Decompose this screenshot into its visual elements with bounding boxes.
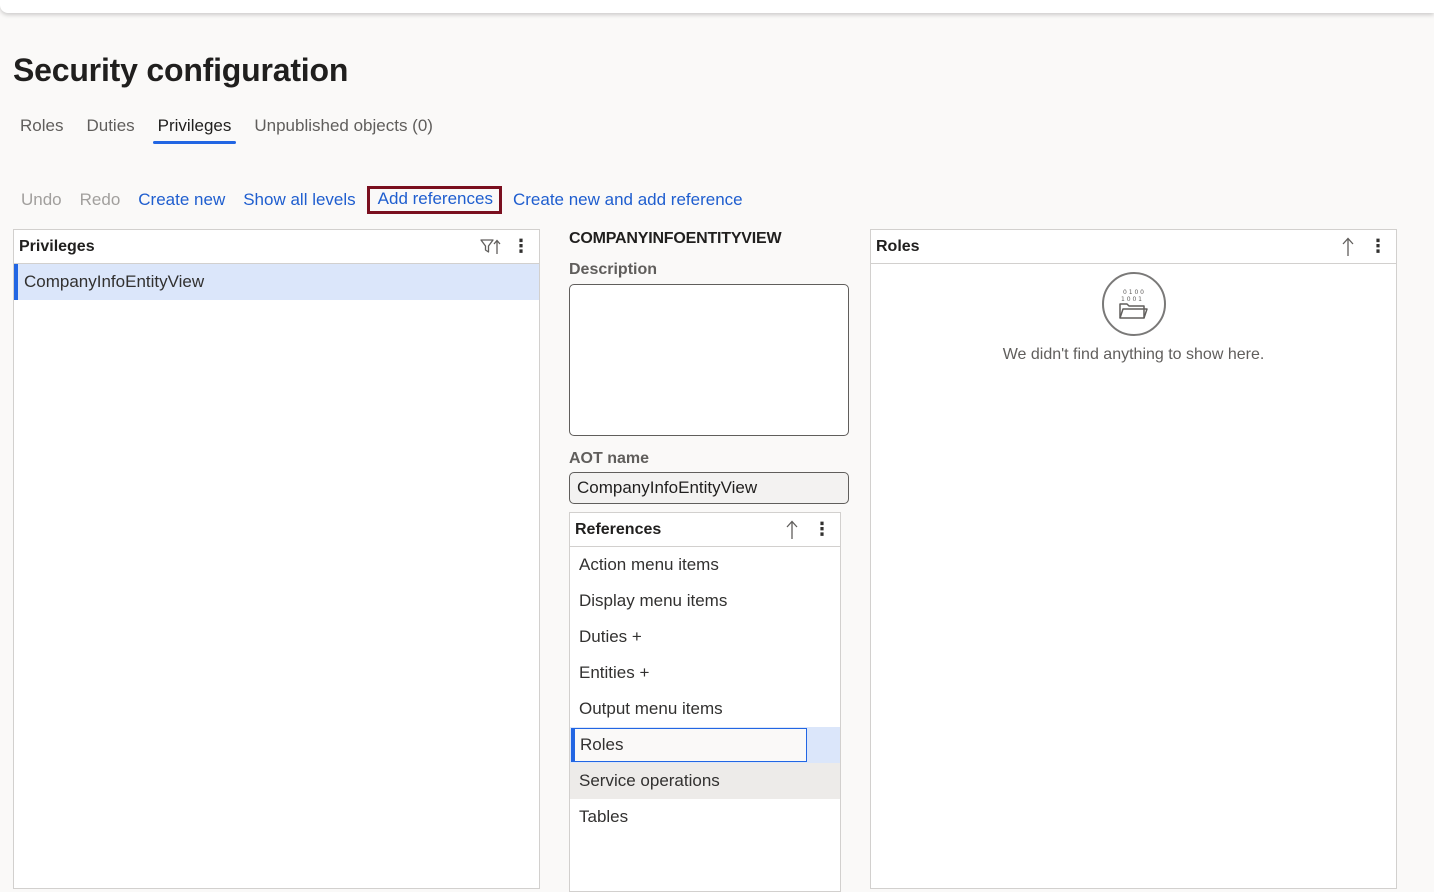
more-vertical-icon[interactable]: ⋮: [810, 518, 834, 542]
description-field[interactable]: [569, 284, 849, 436]
roles-panel-header: Roles ⋮: [871, 230, 1396, 264]
tab-roles[interactable]: Roles: [10, 112, 73, 144]
privilege-row[interactable]: CompanyInfoEntityView: [14, 264, 539, 300]
reference-item-action-menu-items[interactable]: Action menu items: [570, 547, 840, 583]
empty-state: 0 1 0 0 1 0 0 1 We didn't find anything …: [871, 272, 1396, 364]
empty-state-message: We didn't find anything to show here.: [1002, 346, 1265, 363]
privileges-panel-header: Privileges ⋮: [14, 230, 539, 264]
reference-item-label: Action menu items: [579, 555, 719, 574]
reference-item-display-menu-items[interactable]: Display menu items: [570, 583, 840, 619]
aot-name-label: AOT name: [569, 450, 650, 467]
action-toolbar: Undo Redo Create new Show all levels Add…: [12, 186, 752, 214]
reference-item-duties[interactable]: Duties +: [570, 619, 840, 655]
reference-item-label: Service operations: [579, 771, 720, 790]
reference-item-label: Entities +: [579, 663, 650, 682]
more-vertical-icon[interactable]: ⋮: [509, 235, 533, 259]
redo-button[interactable]: Redo: [71, 187, 130, 213]
filter-sort-icon[interactable]: [479, 235, 503, 259]
tab-unpublished-objects[interactable]: Unpublished objects (0): [244, 112, 443, 144]
roles-panel-title: Roles: [876, 237, 920, 255]
privilege-detail-heading: COMPANYINFOENTITYVIEW: [569, 230, 782, 247]
create-new-and-add-reference-button[interactable]: Create new and add reference: [504, 187, 752, 213]
reference-item-service-operations[interactable]: Service operations: [570, 763, 840, 799]
references-panel-title: References: [575, 520, 662, 538]
reference-item-label: Roles: [580, 735, 624, 754]
sort-up-icon[interactable]: [780, 518, 804, 542]
tab-privileges[interactable]: Privileges: [148, 112, 242, 144]
create-new-button[interactable]: Create new: [129, 187, 234, 213]
roles-panel: Roles ⋮ 0 1 0 0 1 0 0 1 We didn't find a…: [870, 229, 1397, 889]
more-vertical-icon[interactable]: ⋮: [1366, 235, 1390, 259]
reference-item-label: Output menu items: [579, 699, 723, 718]
aot-name-field[interactable]: CompanyInfoEntityView: [569, 472, 849, 504]
reference-item-entities[interactable]: Entities +: [570, 655, 840, 691]
reference-item-label: Display menu items: [579, 591, 728, 610]
description-label: Description: [569, 261, 658, 278]
svg-text:0 1 0 0: 0 1 0 0: [1123, 289, 1144, 296]
show-all-levels-button[interactable]: Show all levels: [234, 187, 364, 213]
privileges-panel-title: Privileges: [19, 237, 95, 255]
reference-item-output-menu-items[interactable]: Output menu items: [570, 691, 840, 727]
sort-up-icon[interactable]: [1336, 235, 1360, 259]
reference-item-tables[interactable]: Tables: [570, 799, 840, 835]
undo-button[interactable]: Undo: [12, 187, 71, 213]
add-references-button[interactable]: Add references: [366, 186, 502, 214]
tab-duties[interactable]: Duties: [76, 112, 144, 144]
app-header-bar: [0, 0, 1434, 13]
page-title: Security configuration: [13, 52, 349, 88]
reference-item-label: Duties +: [579, 627, 642, 646]
references-panel: References ⋮ Action menu items Display m…: [569, 512, 841, 892]
tab-bar: Roles Duties Privileges Unpublished obje…: [10, 112, 446, 144]
reference-item-focus: Roles: [571, 728, 807, 762]
empty-folder-icon: 0 1 0 0 1 0 0 1: [1101, 272, 1166, 336]
privileges-panel: Privileges ⋮ CompanyInfoEntityView: [13, 229, 540, 889]
reference-item-label: Tables: [579, 807, 629, 826]
reference-item-roles[interactable]: Roles: [570, 727, 840, 763]
svg-text:1 0 0 1: 1 0 0 1: [1121, 296, 1142, 303]
privilege-row-label: CompanyInfoEntityView: [24, 272, 205, 291]
references-panel-header: References ⋮: [570, 513, 840, 547]
